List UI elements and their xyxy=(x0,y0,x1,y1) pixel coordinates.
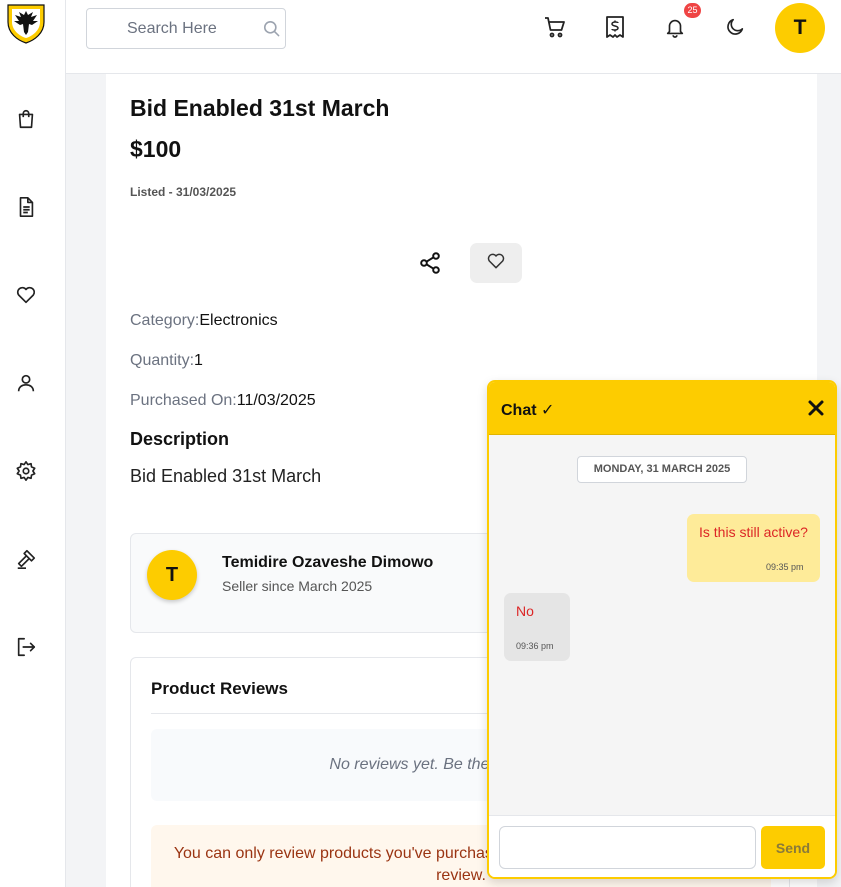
category-value: Electronics xyxy=(199,312,278,329)
category-label: Category: xyxy=(130,312,200,329)
description-text: Bid Enabled 31st March xyxy=(130,466,322,486)
description-heading: Description xyxy=(130,429,230,449)
logout-icon[interactable] xyxy=(13,634,39,660)
quantity-row: Quantity:1 xyxy=(130,352,203,370)
favorite-button[interactable] xyxy=(470,243,522,283)
purchased-label: Purchased On: xyxy=(130,392,237,409)
receipt-icon[interactable] xyxy=(602,14,628,40)
bell-icon[interactable] xyxy=(662,14,688,40)
message-text: Is this still active? xyxy=(699,524,808,540)
gavel-icon[interactable] xyxy=(13,546,39,572)
search-box xyxy=(86,8,286,49)
chat-messages: MONDAY, 31 MARCH 2025 Is this still acti… xyxy=(489,435,835,815)
product-price: $100 xyxy=(130,136,182,162)
send-button[interactable]: Send xyxy=(761,826,825,869)
chat-footer: Send xyxy=(489,815,835,877)
heart-icon xyxy=(486,251,506,276)
share-icon[interactable] xyxy=(418,251,442,275)
purchased-row: Purchased On:11/03/2025 xyxy=(130,392,316,410)
shopping-bag-icon[interactable] xyxy=(13,106,39,132)
search-icon[interactable] xyxy=(262,19,281,43)
seller-name[interactable]: Temidire Ozaveshe Dimowo xyxy=(222,554,433,572)
message-time: 09:35 pm xyxy=(766,562,804,572)
moon-icon[interactable] xyxy=(722,14,748,40)
heart-icon[interactable] xyxy=(13,282,39,308)
reviews-heading: Product Reviews xyxy=(151,679,288,698)
user-icon[interactable] xyxy=(13,370,39,396)
chat-window: Chat ✓ MONDAY, 31 MARCH 2025 Is this sti… xyxy=(487,380,837,879)
seller-since: Seller since March 2025 xyxy=(222,578,373,594)
quantity-value: 1 xyxy=(194,352,203,369)
user-avatar[interactable]: T xyxy=(775,3,825,53)
gear-icon[interactable] xyxy=(13,458,39,484)
cart-icon[interactable] xyxy=(542,14,568,40)
category-row: Category:Electronics xyxy=(130,312,278,330)
quantity-label: Quantity: xyxy=(130,352,195,369)
outgoing-message: Is this still active? 09:35 pm xyxy=(687,514,820,582)
message-time: 09:36 pm xyxy=(516,641,554,651)
chat-title: Chat ✓ xyxy=(501,402,555,419)
chat-input[interactable] xyxy=(499,826,756,869)
product-title: Bid Enabled 31st March xyxy=(130,95,390,121)
listed-date: Listed - 31/03/2025 xyxy=(130,185,237,199)
eagle-shield-logo[interactable] xyxy=(6,2,46,44)
incoming-message: No 09:36 pm xyxy=(504,593,570,661)
seller-avatar[interactable]: T xyxy=(147,550,197,600)
purchased-value: 11/03/2025 xyxy=(236,392,316,409)
chat-header: Chat ✓ xyxy=(489,382,835,435)
top-header: 25 T xyxy=(66,0,841,74)
document-icon[interactable] xyxy=(13,194,39,220)
close-icon[interactable] xyxy=(807,399,825,417)
search-input[interactable] xyxy=(88,10,258,47)
sidebar xyxy=(0,0,66,887)
date-separator: MONDAY, 31 MARCH 2025 xyxy=(577,456,747,483)
notification-badge: 25 xyxy=(684,3,701,18)
message-text: No xyxy=(516,603,534,619)
